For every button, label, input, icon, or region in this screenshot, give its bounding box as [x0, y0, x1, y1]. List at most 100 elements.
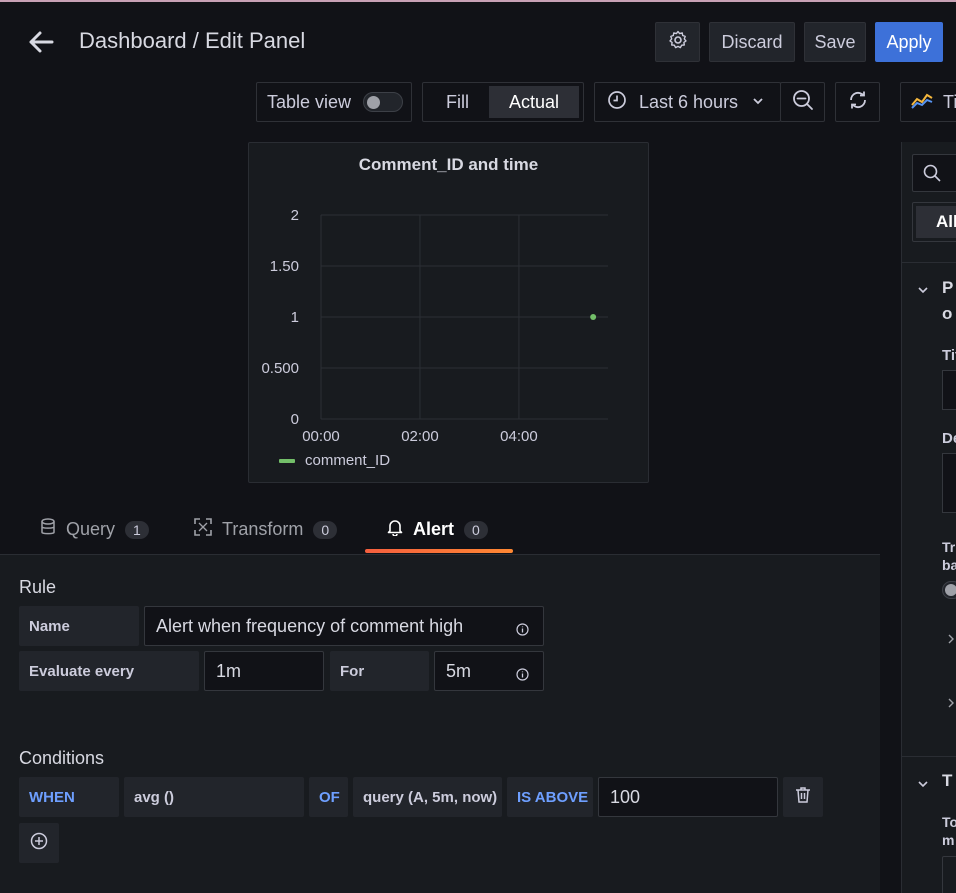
- transform-icon: [194, 518, 212, 541]
- evaluate-every-value: 1m: [216, 660, 242, 681]
- tab-query[interactable]: Query 1: [40, 518, 149, 541]
- x-tick-label: 04:00: [500, 428, 538, 445]
- title-field-input[interactable]: [942, 370, 956, 410]
- panel-settings-button[interactable]: [655, 22, 700, 62]
- table-view-switch[interactable]: [363, 92, 404, 112]
- rule-name-value: Alert when frequency of comment high: [156, 615, 464, 636]
- visualization-label: Ti: [943, 91, 956, 112]
- time-series-icon: [911, 91, 933, 114]
- table-view-label: Table view: [267, 91, 352, 112]
- for-value: 5m: [446, 660, 472, 681]
- legend-swatch: [279, 458, 295, 463]
- save-button[interactable]: Save: [804, 22, 866, 62]
- switch-knob: [367, 96, 381, 109]
- time-range-label: Last 6 hours: [639, 91, 739, 112]
- active-tab-indicator: [365, 549, 513, 553]
- gear-icon: [668, 30, 688, 55]
- tab-alert-count: 0: [464, 520, 488, 539]
- clock-icon: [607, 90, 627, 115]
- when-keyword: WHEN: [19, 777, 119, 817]
- transparent-switch[interactable]: [942, 581, 956, 599]
- tooltip-mode-group[interactable]: [942, 856, 956, 893]
- tab-alert[interactable]: Alert 0: [387, 518, 488, 541]
- title-field-label: Tit: [942, 347, 956, 364]
- y-tick-label: 1.50: [270, 258, 299, 275]
- chevron-right-icon[interactable]: [947, 632, 955, 650]
- legend-label: comment_ID: [305, 452, 391, 469]
- database-icon: [40, 518, 56, 541]
- apply-button[interactable]: Apply: [875, 22, 943, 62]
- query-select[interactable]: query (A, 5m, now): [353, 777, 502, 817]
- chevron-down-icon[interactable]: [917, 282, 929, 300]
- for-input[interactable]: 5m: [434, 651, 544, 691]
- reducer-select[interactable]: avg (): [124, 777, 304, 817]
- chevron-down-icon[interactable]: [917, 776, 929, 794]
- y-tick-label: 0: [291, 411, 299, 428]
- options-pane: All P o Tit De Tr ba T To m: [901, 142, 956, 893]
- transparent-label: Tr: [942, 539, 956, 555]
- transparent-label-line2: ba: [942, 557, 956, 573]
- back-arrow-icon[interactable]: [22, 25, 60, 59]
- x-tick-label: 02:00: [401, 428, 439, 445]
- panel-options-section-line2: o: [942, 304, 953, 323]
- tab-alert-label: Alert: [413, 519, 455, 539]
- tab-transform-count: 0: [313, 520, 338, 539]
- bell-icon: [387, 518, 403, 541]
- discard-button[interactable]: Discard: [709, 22, 795, 62]
- add-condition-button[interactable]: [19, 823, 59, 863]
- trash-icon: [795, 786, 811, 808]
- refresh-icon: [847, 89, 869, 116]
- rule-name-input[interactable]: Alert when frequency of comment high: [144, 606, 544, 646]
- info-icon[interactable]: [516, 620, 529, 641]
- legend[interactable]: comment_ID: [279, 452, 390, 469]
- alert-editor: Rule Name Alert when frequency of commen…: [0, 554, 880, 893]
- evaluate-every-input[interactable]: 1m: [204, 651, 324, 691]
- y-tick-label: 1: [291, 309, 299, 326]
- info-icon[interactable]: [516, 665, 529, 686]
- visualization-picker[interactable]: Ti: [900, 82, 956, 122]
- refresh-button[interactable]: [835, 82, 880, 122]
- fill-option[interactable]: Fill: [426, 86, 489, 118]
- search-icon: [923, 164, 941, 187]
- window-top-border: [0, 0, 956, 2]
- time-range-picker[interactable]: Last 6 hours: [594, 82, 781, 122]
- tab-query-label: Query: [66, 519, 116, 539]
- options-search-input[interactable]: [912, 154, 956, 192]
- zoom-out-button[interactable]: [780, 82, 825, 122]
- threshold-input[interactable]: 100: [598, 777, 778, 817]
- data-point: [590, 314, 597, 320]
- description-field-label: De: [942, 430, 956, 447]
- editor-tabs: Query 1 Transform 0 Alert 0: [0, 512, 880, 554]
- tooltip-section[interactable]: T: [942, 771, 952, 791]
- switch-knob: [945, 584, 956, 596]
- chart-canvas: 0 0.500 1 1.50 2 00:00 02:00 04:00: [261, 207, 608, 445]
- table-view-toggle-group: Table view: [256, 82, 412, 122]
- description-textarea[interactable]: [942, 453, 956, 513]
- all-filter-option[interactable]: All: [916, 206, 956, 238]
- divider: [902, 262, 956, 263]
- threshold-value: 100: [610, 786, 641, 807]
- zoom-out-icon: [792, 89, 814, 116]
- options-filter-group: All: [912, 202, 956, 242]
- evaluate-every-label: Evaluate every: [19, 651, 199, 691]
- chevron-right-icon[interactable]: [947, 696, 955, 714]
- tooltip-mode-label-line2: m: [942, 832, 955, 848]
- rule-name-label: Name: [19, 606, 139, 646]
- divider: [902, 756, 956, 757]
- tab-query-count: 1: [125, 520, 149, 539]
- tooltip-mode-label: To: [942, 814, 956, 830]
- of-keyword: OF: [309, 777, 348, 817]
- tab-transform[interactable]: Transform 0: [194, 518, 338, 541]
- x-tick-label: 00:00: [302, 428, 340, 445]
- delete-condition-button[interactable]: [783, 777, 823, 817]
- chevron-down-icon: [752, 93, 764, 111]
- for-label: For: [330, 651, 429, 691]
- evaluator-select[interactable]: IS ABOVE: [507, 777, 593, 817]
- plus-circle-icon: [30, 832, 48, 854]
- conditions-heading: Conditions: [19, 748, 105, 768]
- panel-options-section[interactable]: P: [942, 278, 953, 298]
- actual-option[interactable]: Actual: [489, 86, 580, 118]
- y-tick-label: 0.500: [261, 360, 299, 377]
- fill-actual-radio-group: Fill Actual: [422, 82, 584, 122]
- rule-heading: Rule: [19, 577, 57, 597]
